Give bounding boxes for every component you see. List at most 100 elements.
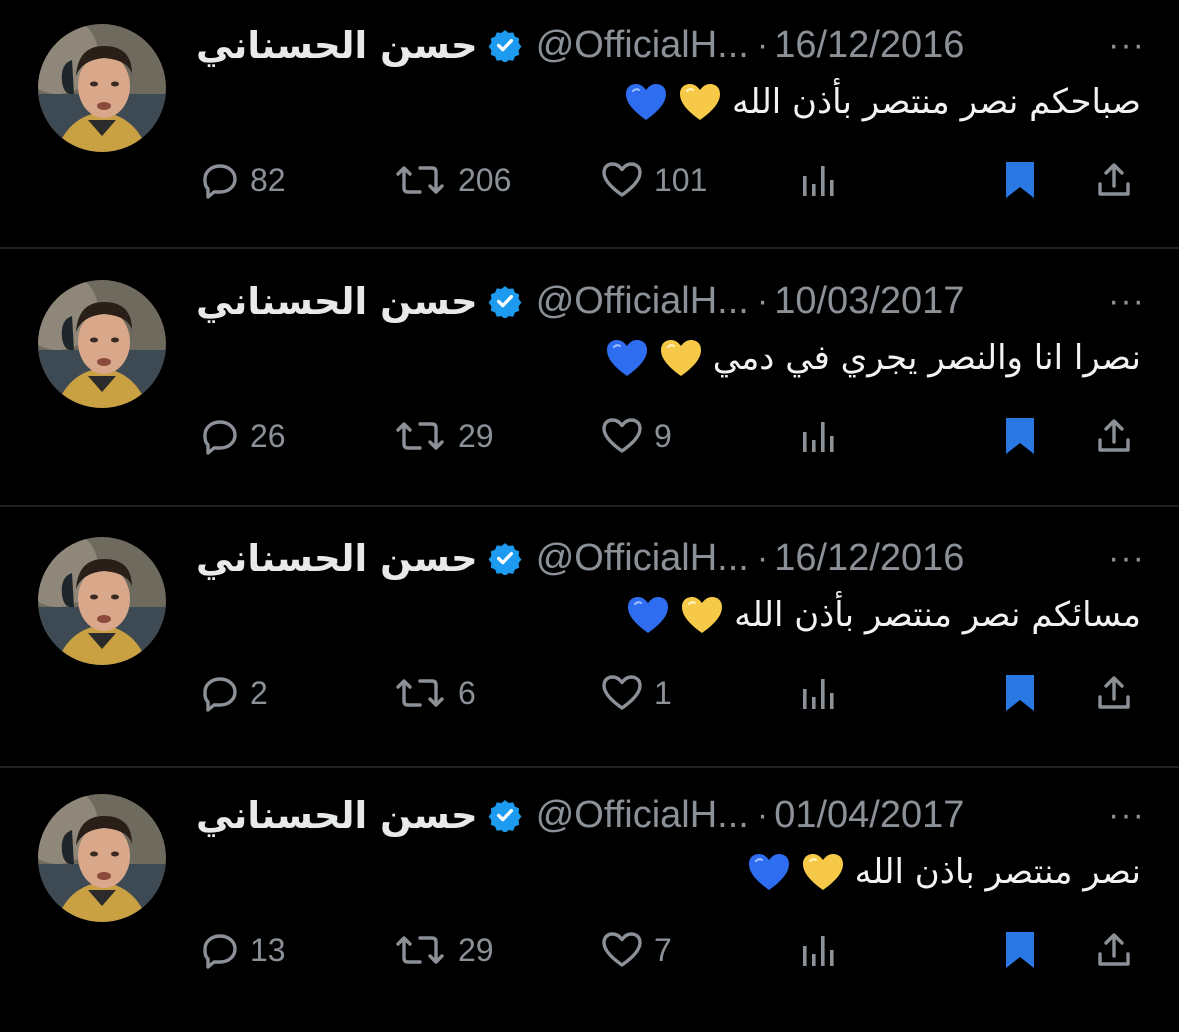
share-icon [1094, 673, 1134, 713]
retweet-icon [392, 416, 448, 456]
like-button[interactable]: 101 [600, 150, 707, 210]
like-icon [600, 930, 644, 970]
more-options-icon[interactable]: ··· [1108, 18, 1145, 72]
divider [0, 247, 1179, 249]
tweet-date[interactable]: 16/12/2016 [774, 537, 964, 580]
share-icon [1094, 930, 1134, 970]
tweet-actions: 26 29 9 [0, 406, 1179, 466]
reply-count: 2 [250, 674, 268, 711]
tweet[interactable]: حسن الحسناني @OfficialH... · 16/12/2016 … [0, 0, 1179, 262]
tweet-header: حسن الحسناني @OfficialH... · 16/12/2016 [196, 18, 964, 72]
retweet-count: 29 [458, 417, 494, 454]
bookmark-icon [1002, 930, 1038, 970]
tweet-header: حسن الحسناني @OfficialH... · 01/04/2017 [196, 788, 964, 842]
reply-icon [200, 673, 240, 713]
reply-button[interactable]: 26 [200, 406, 286, 466]
like-button[interactable]: 9 [600, 406, 672, 466]
avatar[interactable] [38, 537, 166, 665]
views-button[interactable] [800, 150, 836, 210]
tweet-text: مسائكم نصر منتصر بأذن الله [626, 587, 1141, 643]
views-icon [800, 160, 836, 200]
tweet-header: حسن الحسناني @OfficialH... · 16/12/2016 [196, 531, 964, 585]
like-count: 101 [654, 161, 708, 198]
bookmark-button[interactable] [1002, 406, 1038, 466]
tweet-text-content: صباحكم نصر منتصر بأذن الله [731, 82, 1141, 122]
reply-button[interactable]: 13 [200, 920, 286, 980]
retweet-button[interactable]: 206 [392, 150, 511, 210]
like-button[interactable]: 7 [600, 920, 672, 980]
like-button[interactable]: 1 [600, 663, 672, 723]
verified-badge-icon [488, 284, 522, 318]
yellow-heart-icon [801, 852, 845, 892]
views-icon [800, 673, 836, 713]
tweet-text: نصر منتصر باذن الله [747, 844, 1141, 900]
retweet-icon [392, 160, 448, 200]
share-button[interactable] [1094, 150, 1134, 210]
tweet-actions: 82 206 101 [0, 150, 1179, 210]
retweet-count: 6 [458, 674, 476, 711]
reply-button[interactable]: 82 [200, 150, 286, 210]
display-name[interactable]: حسن الحسناني [196, 24, 478, 67]
share-button[interactable] [1094, 663, 1134, 723]
more-options-icon[interactable]: ··· [1108, 788, 1145, 842]
tweet-date[interactable]: 16/12/2016 [774, 24, 964, 67]
retweet-count: 29 [458, 931, 494, 968]
user-handle[interactable]: @OfficialH... [536, 537, 749, 580]
avatar[interactable] [38, 794, 166, 922]
avatar[interactable] [38, 24, 166, 152]
like-count: 7 [654, 931, 672, 968]
tweet-date[interactable]: 01/04/2017 [774, 794, 964, 837]
share-button[interactable] [1094, 920, 1134, 980]
tweet[interactable]: حسن الحسناني @OfficialH... · 10/03/2017 … [0, 256, 1179, 518]
share-button[interactable] [1094, 406, 1134, 466]
user-handle[interactable]: @OfficialH... [536, 24, 749, 67]
retweet-button[interactable]: 29 [392, 920, 494, 980]
more-options-icon[interactable]: ··· [1108, 531, 1145, 585]
views-icon [800, 416, 836, 456]
display-name[interactable]: حسن الحسناني [196, 794, 478, 837]
views-icon [800, 930, 836, 970]
bookmark-icon [1002, 160, 1038, 200]
blue-heart-icon [747, 852, 791, 892]
user-handle[interactable]: @OfficialH... [536, 280, 749, 323]
tweet-text: صباحكم نصر منتصر بأذن الله [624, 74, 1141, 130]
retweet-button[interactable]: 29 [392, 406, 494, 466]
avatar[interactable] [38, 280, 166, 408]
reply-icon [200, 930, 240, 970]
yellow-heart-icon [659, 338, 703, 378]
display-name[interactable]: حسن الحسناني [196, 537, 478, 580]
retweet-button[interactable]: 6 [392, 663, 476, 723]
retweet-icon [392, 673, 448, 713]
tweet-date[interactable]: 10/03/2017 [774, 280, 964, 323]
more-options-icon[interactable]: ··· [1108, 274, 1145, 328]
user-handle[interactable]: @OfficialH... [536, 794, 749, 837]
divider [0, 505, 1179, 507]
verified-badge-icon [488, 28, 522, 62]
tweet-text: نصرا انا والنصر يجري في دمي [605, 330, 1141, 386]
views-button[interactable] [800, 920, 836, 980]
bookmark-button[interactable] [1002, 663, 1038, 723]
tweet[interactable]: حسن الحسناني @OfficialH... · 01/04/2017 … [0, 770, 1179, 1032]
blue-heart-icon [626, 595, 670, 635]
reply-count: 13 [250, 931, 286, 968]
separator-dot: · [756, 25, 769, 64]
separator-dot: · [756, 538, 769, 577]
tweet[interactable]: حسن الحسناني @OfficialH... · 16/12/2016 … [0, 513, 1179, 775]
bookmark-button[interactable] [1002, 150, 1038, 210]
reply-button[interactable]: 2 [200, 663, 268, 723]
yellow-heart-icon [680, 595, 724, 635]
tweet-text-content: نصرا انا والنصر يجري في دمي [712, 338, 1141, 378]
yellow-heart-icon [678, 82, 722, 122]
views-button[interactable] [800, 406, 836, 466]
retweet-count: 206 [458, 161, 512, 198]
separator-dot: · [756, 795, 769, 834]
bookmark-icon [1002, 416, 1038, 456]
views-button[interactable] [800, 663, 836, 723]
divider [0, 766, 1179, 768]
display-name[interactable]: حسن الحسناني [196, 280, 478, 323]
like-icon [600, 416, 644, 456]
blue-heart-icon [605, 338, 649, 378]
like-icon [600, 673, 644, 713]
bookmark-button[interactable] [1002, 920, 1038, 980]
verified-badge-icon [488, 541, 522, 575]
